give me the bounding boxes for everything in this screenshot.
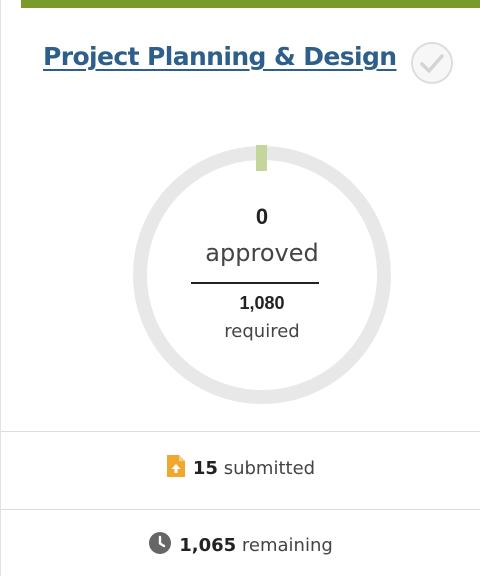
check-circle-icon	[411, 42, 453, 84]
row-divider	[1, 431, 480, 432]
remaining-count: 1,065	[179, 535, 237, 556]
program-card: Project Planning & Design 0 approved 1,0…	[0, 0, 480, 576]
submitted-row: 15 submitted	[1, 455, 480, 485]
summary-divider	[191, 282, 319, 284]
file-upload-icon	[166, 455, 185, 482]
approved-count: 0	[255, 204, 269, 229]
required-count: 1,080	[239, 293, 285, 313]
card-accent-bar	[21, 0, 480, 8]
progress-ring: 0 approved 1,080 required	[129, 142, 395, 408]
remaining-label: remaining	[241, 535, 333, 556]
clock-icon	[149, 532, 172, 559]
submitted-count: 15	[192, 458, 218, 479]
card-header: Project Planning & Design	[43, 42, 473, 90]
remaining-row: 1,065 remaining	[1, 532, 480, 562]
required-label: required	[224, 321, 300, 342]
submitted-label: submitted	[223, 458, 316, 479]
row-divider	[1, 509, 480, 510]
approved-label: approved	[205, 239, 319, 267]
card-title-link[interactable]: Project Planning & Design	[43, 42, 397, 71]
progress-summary: 0 approved 1,080 required	[129, 142, 395, 408]
